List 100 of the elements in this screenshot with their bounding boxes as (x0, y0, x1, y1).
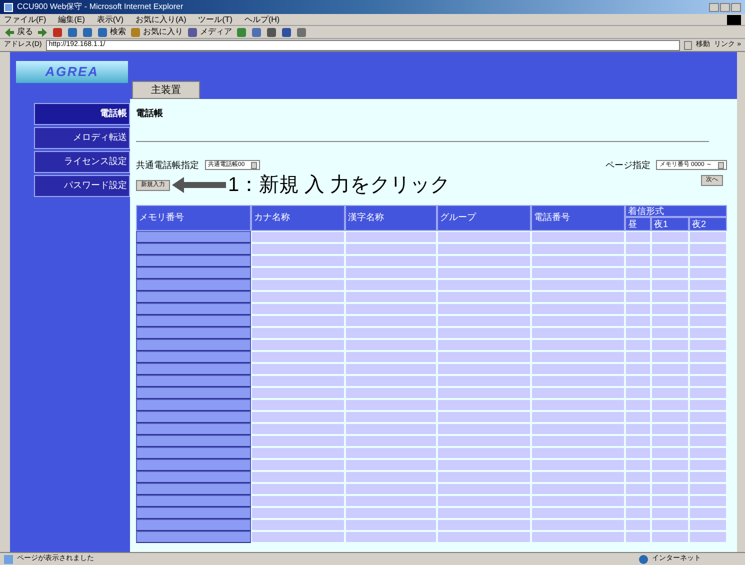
table-cell (689, 399, 727, 411)
memory-number-button[interactable] (136, 483, 251, 495)
sidebar-item[interactable]: ライセンス設定 (34, 151, 130, 173)
sidebar-item[interactable]: メロディ転送 (34, 127, 130, 149)
table-cell (625, 483, 651, 495)
forward-icon[interactable] (37, 26, 48, 38)
table-cell (625, 327, 651, 339)
memory-number-button[interactable] (136, 339, 251, 351)
toolbar-label[interactable]: 検索 (110, 26, 126, 38)
table-cell (625, 447, 651, 459)
memory-number-button[interactable] (136, 291, 251, 303)
maximize-button[interactable] (720, 2, 730, 12)
table-cell (689, 279, 727, 291)
table-cell (689, 363, 727, 375)
table-cell (625, 279, 651, 291)
back-icon[interactable] (4, 26, 15, 38)
table-cell (651, 255, 689, 267)
table-cell (651, 231, 689, 243)
table-cell (651, 435, 689, 447)
table-cell (625, 375, 651, 387)
memory-number-button[interactable] (136, 375, 251, 387)
table-cell (689, 243, 727, 255)
table-cell (625, 231, 651, 243)
table-cell (689, 507, 727, 519)
memory-number-button[interactable] (136, 363, 251, 375)
menu-item[interactable]: お気に入り(A) (136, 14, 186, 26)
table-cell (651, 291, 689, 303)
top-tab[interactable]: 主装置 (132, 81, 200, 99)
memory-number-button[interactable] (136, 279, 251, 291)
memory-number-button[interactable] (136, 351, 251, 363)
memory-number-button[interactable] (136, 435, 251, 447)
table-cell (625, 339, 651, 351)
sidebar-item[interactable]: 電話帳 (34, 103, 130, 125)
toolbar-label[interactable]: 戻る (17, 26, 33, 38)
memory-number-button[interactable] (136, 411, 251, 423)
toolbar-label[interactable]: お気に入り (143, 26, 183, 38)
table-cell (689, 459, 727, 471)
table-cell (651, 507, 689, 519)
table-cell (625, 531, 651, 543)
close-button[interactable] (731, 2, 741, 12)
table-cell (625, 243, 651, 255)
memory-number-button[interactable] (136, 231, 251, 243)
table-cell (689, 315, 727, 327)
memory-number-button[interactable] (136, 243, 251, 255)
window-title: CCU900 Web保守 - Microsoft Internet Explorer (17, 1, 184, 13)
table-cell (651, 303, 689, 315)
table-cell (651, 447, 689, 459)
memory-number-button[interactable] (136, 399, 251, 411)
table-cell (625, 267, 651, 279)
menu-item[interactable]: 表示(V) (96, 14, 124, 26)
memory-number-button[interactable] (136, 267, 251, 279)
memory-number-button[interactable] (136, 531, 251, 543)
table-cell (651, 279, 689, 291)
table-cell (625, 255, 651, 267)
table-cell (689, 303, 727, 315)
table-cell (651, 531, 689, 543)
table-cell (689, 519, 727, 531)
table-cell (689, 447, 727, 459)
memory-number-button[interactable] (136, 459, 251, 471)
memory-number-button[interactable] (136, 303, 251, 315)
column-group-header: 着信形式 (625, 205, 727, 217)
table-cell (689, 435, 727, 447)
table-cell (651, 243, 689, 255)
column-header: 電話番号 (531, 205, 625, 231)
memory-number-button[interactable] (136, 255, 251, 267)
table-cell (651, 363, 689, 375)
table-cell (651, 339, 689, 351)
memory-number-button[interactable] (136, 495, 251, 507)
memory-number-button[interactable] (136, 507, 251, 519)
menu-item[interactable]: ヘルプ(H) (244, 14, 280, 26)
table-cell (651, 387, 689, 399)
table-cell (689, 423, 727, 435)
table-cell (651, 423, 689, 435)
table-cell (689, 267, 727, 279)
menu-item[interactable]: ツール(T) (198, 14, 232, 26)
globe-icon (639, 554, 648, 564)
table-cell (651, 267, 689, 279)
shared-book-label: 共通電話帳指定 (136, 158, 199, 172)
table-cell (689, 231, 727, 243)
minimize-button[interactable] (709, 2, 719, 12)
menu-item[interactable]: 編集(E) (58, 14, 85, 26)
memory-number-button[interactable] (136, 519, 251, 531)
toolbar-label[interactable]: メディア (200, 26, 232, 38)
memory-number-button[interactable] (136, 447, 251, 459)
memory-number-button[interactable] (136, 423, 251, 435)
table-cell (625, 315, 651, 327)
memory-number-button[interactable] (136, 327, 251, 339)
table-cell (689, 339, 727, 351)
memory-number-button[interactable] (136, 471, 251, 483)
sidebar-item[interactable]: パスワード設定 (34, 175, 130, 197)
menu-item[interactable]: ファイル(F) (4, 14, 46, 26)
table-cell (625, 507, 651, 519)
table-cell (625, 423, 651, 435)
table-cell (651, 327, 689, 339)
memory-number-button[interactable] (136, 387, 251, 399)
annotation: 1：新規 入 力をクリック (228, 175, 450, 195)
page-select-label: ページ指定 (605, 158, 650, 172)
page-title: 電話帳 (136, 107, 164, 120)
table-cell (651, 399, 689, 411)
memory-number-button[interactable] (136, 315, 251, 327)
